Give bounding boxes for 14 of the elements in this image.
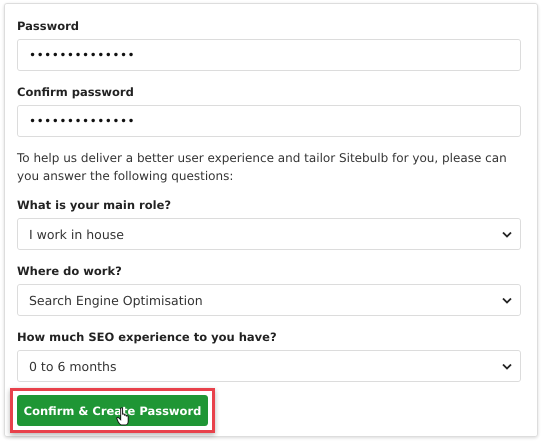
- field-label: Password: [17, 19, 80, 33]
- dropdown[interactable]: Search Engine Optimisation: [17, 284, 521, 316]
- password-field[interactable]: ••••••••••••••: [17, 39, 521, 71]
- password-field[interactable]: ••••••••••••••: [17, 105, 521, 137]
- chevron-down-icon: [502, 362, 512, 370]
- field-label: Where do work?: [17, 264, 123, 278]
- field-label: How much SEO experience to you have?: [17, 330, 278, 344]
- field-label: Confirm password: [17, 85, 135, 99]
- instructions-text: To help us deliver a better user experience and tailor Sitebulb for you, please can you answer the following questions:: [17, 150, 508, 185]
- dropdown[interactable]: I work in house: [17, 218, 521, 250]
- chevron-down-icon: [502, 296, 512, 304]
- field-label: What is your main role?: [17, 198, 172, 212]
- chevron-down-icon: [502, 230, 512, 238]
- dropdown[interactable]: 0 to 6 months: [17, 350, 521, 382]
